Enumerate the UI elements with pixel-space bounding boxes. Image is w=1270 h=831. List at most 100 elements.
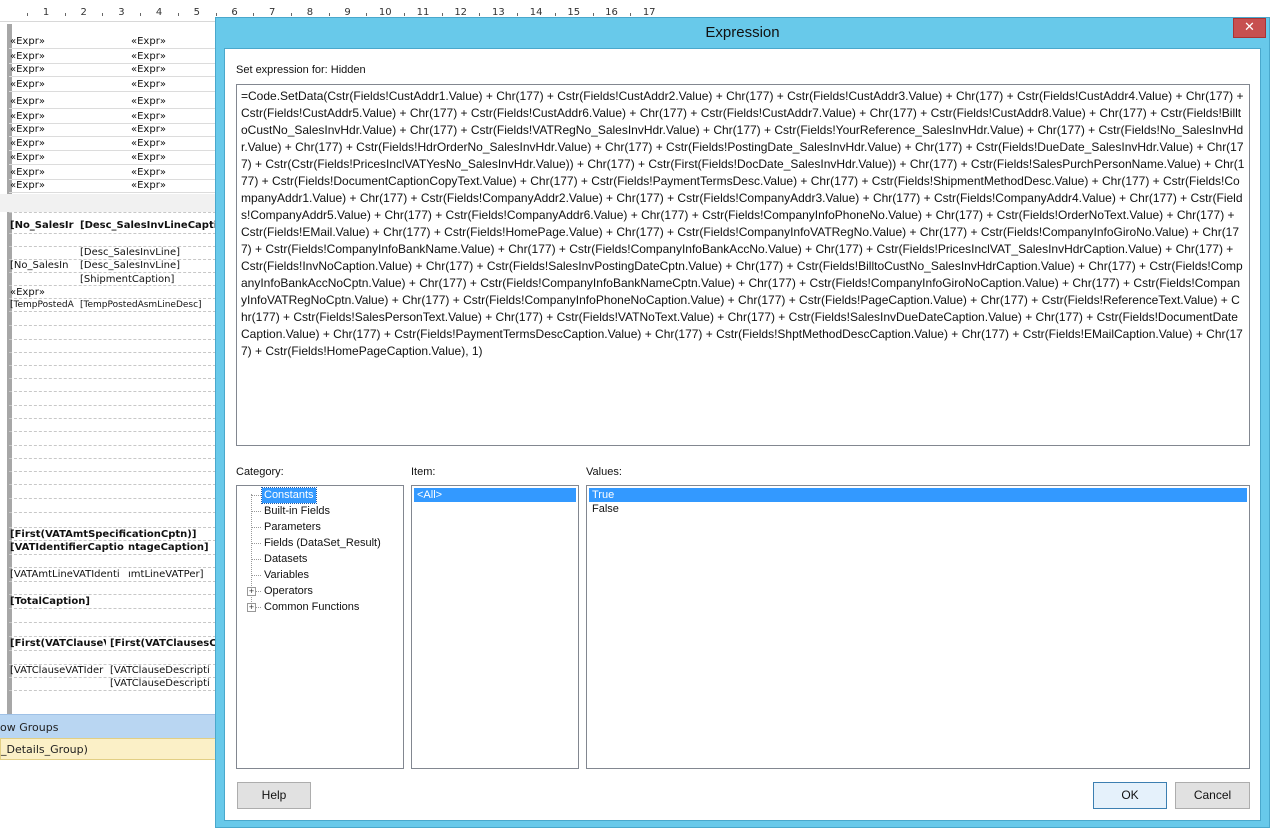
designer-row-line [9,285,216,286]
category-item[interactable]: Built-in Fields [237,504,403,519]
designer-row-line [9,690,216,691]
cancel-button[interactable]: Cancel [1175,782,1250,809]
ruler-tick [404,13,405,16]
designer-row-line [9,352,216,353]
designer-row-line [9,311,216,312]
item-label: Item: [411,466,436,478]
expr-cell-left[interactable]: «Expr» [10,36,128,47]
details-group-item[interactable]: _Details_Group) [0,738,216,760]
ruler-tick [630,13,632,16]
designer-gap [0,194,216,212]
dialog-title: Expression [705,24,780,41]
expand-plus-icon[interactable]: + [247,603,256,612]
ruler-tick [592,13,594,16]
vat-identifier-caption[interactable]: [VATIdentifierCaption [10,542,124,553]
line-desc-2[interactable]: [Desc_SalesInvLine] [80,260,216,271]
vat-clauses-caption[interactable]: [First(VATClausesCa [110,638,216,649]
vat-amt-line-per[interactable]: ımtLineVATPer] [128,569,216,580]
designer-row-line [9,527,216,528]
vat-amt-line-identifier[interactable]: [VATAmtLineVATIdenti [10,569,124,580]
expr-cell-right[interactable]: «Expr» [131,124,211,135]
designer-row-line [9,471,216,472]
vat-amt-spec[interactable]: [First(VATAmtSpecificationCptn)] [10,529,216,540]
row-groups-label: ow Groups [0,721,59,734]
expr-cell-right[interactable]: «Expr» [131,79,211,90]
category-item[interactable]: Fields (DataSet_Result) [237,536,403,551]
designer-row-line [9,608,216,609]
expr-cell-right[interactable]: «Expr» [131,167,211,178]
category-item[interactable]: + Common Functions [237,600,403,615]
expr-cell-left[interactable]: «Expr» [10,96,128,107]
expr-cell-left[interactable]: «Expr» [10,152,128,163]
vat-clause-first[interactable]: [First(VATClauseV. [10,638,106,649]
details-group-label: _Details_Group) [1,743,88,756]
expr-cell-right[interactable]: «Expr» [131,51,211,62]
expr-cell-right[interactable]: «Expr» [131,180,211,191]
expr-cell-left[interactable]: «Expr» [10,111,128,122]
category-item[interactable]: + Operators [237,584,403,599]
ruler-number: 2 [80,7,87,18]
expr-cell-right[interactable]: «Expr» [131,36,211,47]
temp-posted-a[interactable]: [TempPostedA [10,300,76,310]
close-button[interactable]: ✕ [1233,18,1266,38]
value-entry[interactable]: True [589,488,1247,502]
designer-row-line [9,512,216,513]
expr-cell-left[interactable]: «Expr» [10,51,128,62]
temp-posted-desc[interactable]: [TempPostedAsmLineDesc] [80,300,216,310]
shipment-caption[interactable]: [ShipmentCaption] [80,274,216,285]
ruler-tick [140,13,142,16]
category-item-label: Datasets [264,553,308,565]
line-header-no[interactable]: [No_SalesIr [10,220,76,231]
vat-percentage-caption[interactable]: ntageCaption] [128,542,216,553]
vat-clause-desc-2[interactable]: [VATClauseDescripti [110,678,216,689]
row-groups-pane-header[interactable]: ow Groups [0,714,216,738]
item-list-entry[interactable]: <All> [414,488,576,502]
line-header-desc[interactable]: [Desc_SalesInvLineCaption [80,220,216,231]
category-item[interactable]: Variables [237,568,403,583]
category-tree[interactable]: Constants Built-in Fields Parameters Fields… [236,485,404,769]
designer-row-line [9,677,216,678]
category-item-label: Operators [264,585,313,597]
line-desc-1[interactable]: [Desc_SalesInvLine] [80,247,216,258]
dialog-body: Set expression for: Hidden =Code.SetData… [224,48,1261,821]
expr-cell-right[interactable]: «Expr» [131,152,211,163]
values-list[interactable]: True False [586,485,1250,769]
help-button[interactable]: Help [237,782,311,809]
total-caption[interactable]: [TotalCaption] [10,596,216,607]
expr-cell-right[interactable]: «Expr» [131,96,211,107]
expr-single[interactable]: «Expr» [10,287,76,298]
ruler-tick [554,13,556,16]
expr-cell-right[interactable]: «Expr» [131,111,211,122]
ruler-number: 3 [118,7,125,18]
line-no[interactable]: [No_SalesIn [10,260,76,271]
designer-row-line [9,484,216,485]
expression-editor[interactable]: =Code.SetData(Cstr(Fields!CustAddr1.Valu… [236,84,1250,446]
expr-cell-right[interactable]: «Expr» [131,138,211,149]
ruler-tick [366,13,368,16]
expr-cell-left[interactable]: «Expr» [10,64,128,75]
item-list[interactable]: <All> [411,485,579,769]
ruler-tick [177,13,179,16]
category-item-label: Parameters [264,521,321,533]
tree-connector [252,511,261,512]
expr-cell-left[interactable]: «Expr» [10,180,128,191]
category-item[interactable]: Constants [237,487,403,504]
designer-row-line [9,108,216,109]
expr-cell-left[interactable]: «Expr» [10,138,128,149]
ruler-tick [27,13,28,16]
expr-cell-left[interactable]: «Expr» [10,167,128,178]
vat-clause-desc-1[interactable]: [VATClauseDescripti [110,665,216,676]
designer-row-line [9,636,216,637]
expr-cell-right[interactable]: «Expr» [131,64,211,75]
expr-cell-left[interactable]: «Expr» [10,124,128,135]
value-entry[interactable]: False [589,502,1247,516]
ok-button[interactable]: OK [1093,782,1167,809]
designer-row-line [9,192,216,193]
category-item-label: Built-in Fields [264,505,331,517]
vat-clause-identifier[interactable]: [VATClauseVATIder [10,665,106,676]
expr-cell-left[interactable]: «Expr» [10,79,128,90]
expand-plus-icon[interactable]: + [247,587,256,596]
category-item[interactable]: Parameters [237,520,403,535]
report-designer-canvas[interactable]: «Expr» «Expr» «Expr» «Expr» «Expr» «Expr» «Exp… [0,24,216,714]
category-item[interactable]: Datasets [237,552,403,567]
